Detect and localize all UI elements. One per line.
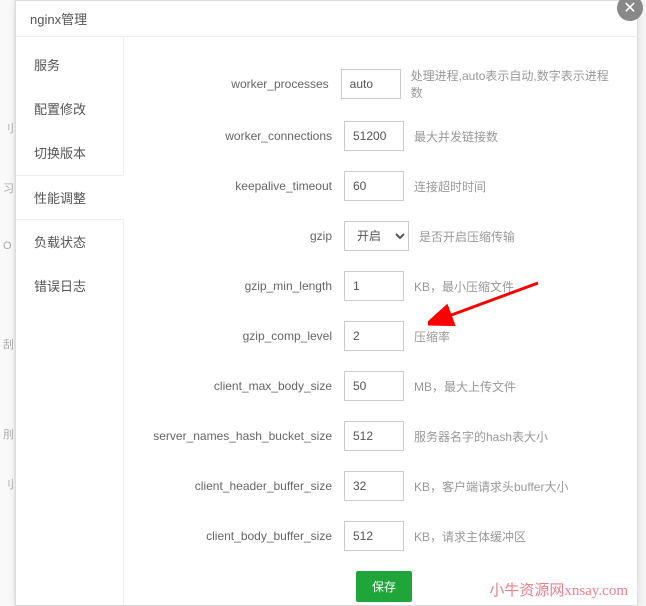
hint-gzip: 是否开启压缩传输 [419, 228, 515, 245]
hint-client-header-buffer-size: KB，客户端请求头buffer大小 [414, 478, 568, 495]
label-client-body-buffer-size: client_body_buffer_size [144, 529, 344, 543]
input-client-body-buffer-size[interactable] [344, 521, 404, 551]
label-client-header-buffer-size: client_header_buffer_size [144, 479, 344, 493]
row-client-max-body-size: client_max_body_size MB，最大上传文件 [144, 371, 617, 401]
row-gzip-comp-level: gzip_comp_level 压缩率 [144, 321, 617, 351]
row-client-header-buffer-size: client_header_buffer_size KB，客户端请求头buffe… [144, 471, 617, 501]
label-client-max-body-size: client_max_body_size [144, 379, 344, 393]
select-gzip[interactable]: 开启 [344, 221, 409, 251]
hint-client-max-body-size: MB，最大上传文件 [414, 378, 516, 395]
label-keepalive-timeout: keepalive_timeout [144, 179, 344, 193]
input-server-names-hash-bucket-size[interactable] [344, 421, 404, 451]
modal-title: nginx管理 [30, 12, 87, 27]
label-worker-connections: worker_connections [144, 129, 344, 143]
row-client-body-buffer-size: client_body_buffer_size KB，请求主体缓冲区 [144, 521, 617, 551]
input-keepalive-timeout[interactable] [344, 171, 404, 201]
sidebar-item-version[interactable]: 切换版本 [16, 131, 123, 175]
label-worker-processes: worker_processes [144, 77, 341, 91]
row-worker-processes: worker_processes 处理进程,auto表示自动,数字表示进程数 [144, 67, 617, 101]
background-edge: 刂 习 O 刮 刖 刂 [0, 0, 15, 606]
label-gzip: gzip [144, 229, 344, 243]
row-server-names-hash-bucket-size: server_names_hash_bucket_size 服务器名字的hash… [144, 421, 617, 451]
row-gzip: gzip 开启 是否开启压缩传输 [144, 221, 617, 251]
sidebar-item-errorlog[interactable]: 错误日志 [16, 264, 123, 308]
input-worker-connections[interactable] [344, 121, 404, 151]
input-worker-processes[interactable] [341, 69, 401, 99]
label-gzip-comp-level: gzip_comp_level [144, 329, 344, 343]
hint-keepalive-timeout: 连接超时时间 [414, 178, 486, 195]
sidebar-item-load[interactable]: 负载状态 [16, 220, 123, 264]
input-gzip-comp-level[interactable] [344, 321, 404, 351]
hint-client-body-buffer-size: KB，请求主体缓冲区 [414, 528, 526, 545]
input-client-max-body-size[interactable] [344, 371, 404, 401]
nginx-management-modal: ✕ nginx管理 服务 配置修改 切换版本 性能调整 负载状态 错误日志 wo… [15, 0, 638, 606]
input-gzip-min-length[interactable] [344, 271, 404, 301]
hint-worker-processes: 处理进程,auto表示自动,数字表示进程数 [411, 67, 617, 101]
modal-header: nginx管理 [16, 1, 637, 37]
label-gzip-min-length: gzip_min_length [144, 279, 344, 293]
content-area: worker_processes 处理进程,auto表示自动,数字表示进程数 w… [124, 37, 637, 605]
hint-worker-connections: 最大并发链接数 [414, 128, 498, 145]
sidebar-item-service[interactable]: 服务 [16, 43, 123, 87]
sidebar-item-performance[interactable]: 性能调整 [16, 175, 123, 220]
input-client-header-buffer-size[interactable] [344, 471, 404, 501]
sidebar-item-config[interactable]: 配置修改 [16, 87, 123, 131]
hint-server-names-hash-bucket-size: 服务器名字的hash表大小 [414, 428, 548, 445]
sidebar: 服务 配置修改 切换版本 性能调整 负载状态 错误日志 [16, 37, 124, 605]
modal-body: 服务 配置修改 切换版本 性能调整 负载状态 错误日志 worker_proce… [16, 37, 637, 605]
save-button[interactable]: 保存 [356, 571, 412, 602]
close-icon: ✕ [623, 0, 636, 18]
close-button[interactable]: ✕ [617, 0, 643, 21]
row-keepalive-timeout: keepalive_timeout 连接超时时间 [144, 171, 617, 201]
label-server-names-hash-bucket-size: server_names_hash_bucket_size [144, 429, 344, 443]
hint-gzip-min-length: KB，最小压缩文件 [414, 278, 514, 295]
hint-gzip-comp-level: 压缩率 [414, 328, 450, 345]
row-gzip-min-length: gzip_min_length KB，最小压缩文件 [144, 271, 617, 301]
row-worker-connections: worker_connections 最大并发链接数 [144, 121, 617, 151]
